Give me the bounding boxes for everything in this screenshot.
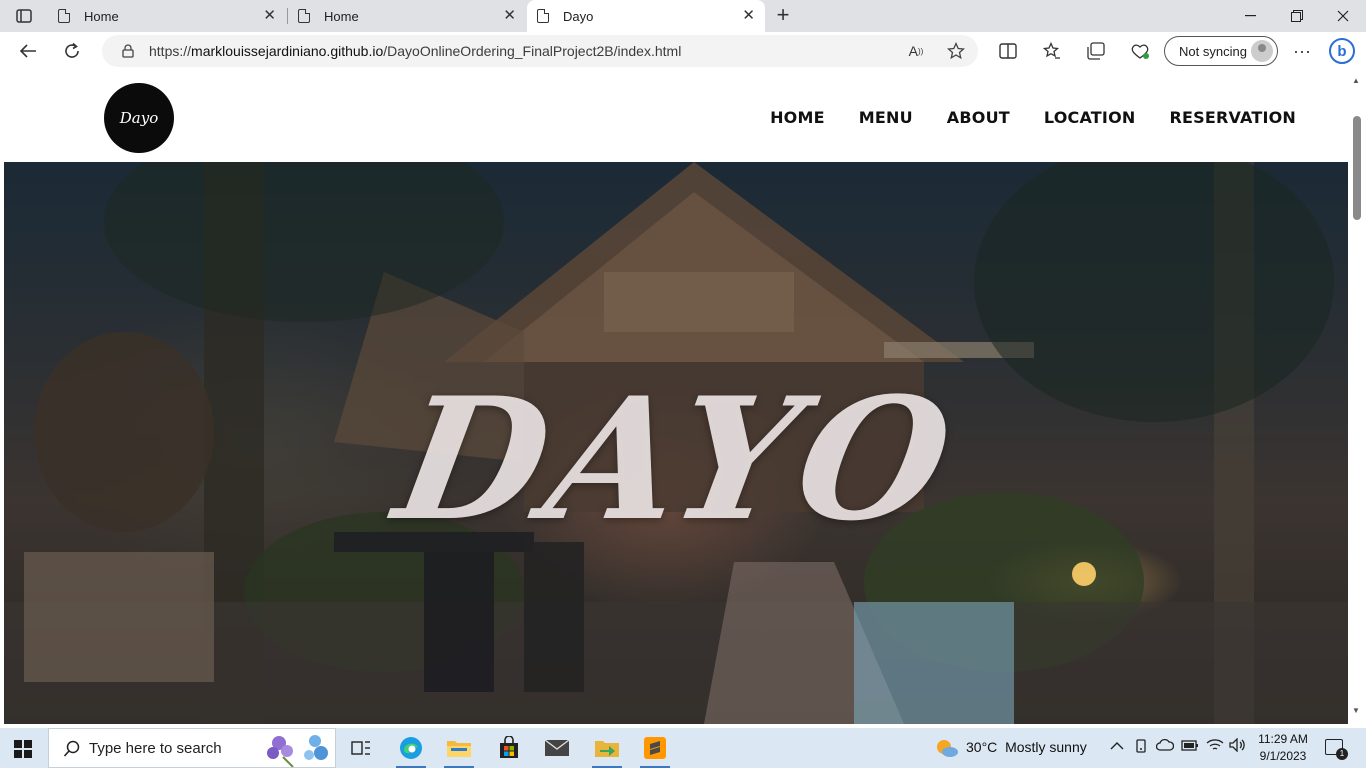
main-nav: HOME MENU ABOUT LOCATION RESERVATION xyxy=(770,108,1296,127)
volume-icon[interactable] xyxy=(1229,737,1247,755)
back-button[interactable] xyxy=(14,38,42,64)
site-header: Dayo HOME MENU ABOUT LOCATION RESERVATIO… xyxy=(4,70,1348,162)
file-explorer-icon[interactable] xyxy=(436,728,482,768)
taskbar: Type here to search 30°C Mostly sunny 11… xyxy=(0,728,1366,768)
search-icon xyxy=(63,740,80,757)
search-placeholder: Type here to search xyxy=(89,740,222,757)
sync-label: Not syncing xyxy=(1179,43,1247,59)
notification-badge: 1 xyxy=(1336,748,1348,760)
nav-menu[interactable]: MENU xyxy=(859,108,913,127)
url-text[interactable]: https://marklouissejardiniano.github.io/… xyxy=(149,43,681,59)
tab-title: Home xyxy=(324,8,359,24)
more-options-icon[interactable]: ··· xyxy=(1288,38,1316,64)
close-tab-icon[interactable]: ✕ xyxy=(742,8,755,24)
browser-tab-dayo[interactable]: Dayo ✕ xyxy=(527,0,765,32)
notification-center-icon[interactable]: 1 xyxy=(1325,739,1348,760)
page-scrollbar[interactable]: ▲ ▼ xyxy=(1348,70,1366,724)
nav-home[interactable]: HOME xyxy=(770,108,825,127)
refresh-button[interactable] xyxy=(58,38,86,64)
sublime-text-icon[interactable] xyxy=(632,728,678,768)
profile-sync-button[interactable]: Not syncing xyxy=(1164,36,1278,66)
clock-date: 9/1/2023 xyxy=(1259,749,1307,763)
battery-icon[interactable] xyxy=(1181,738,1199,755)
microsoft-store-icon[interactable] xyxy=(486,728,532,768)
browser-tab-home-2[interactable]: Home ✕ xyxy=(288,0,526,32)
browser-tab-strip: Home ✕ Home ✕ Dayo ✕ + xyxy=(0,0,1366,32)
avatar xyxy=(1251,40,1273,62)
nav-reservation[interactable]: RESERVATION xyxy=(1169,108,1296,127)
logo-text: Dayo xyxy=(119,109,159,127)
web-page: Dayo HOME MENU ABOUT LOCATION RESERVATIO… xyxy=(4,70,1348,724)
search-highlight-icon xyxy=(267,735,328,767)
system-clock[interactable]: 11:29 AM 9/1/2023 xyxy=(1256,731,1310,765)
transfer-app-icon[interactable] xyxy=(584,728,630,768)
svg-text:b: b xyxy=(1337,43,1346,60)
edge-browser-icon[interactable] xyxy=(388,728,434,768)
wifi-icon[interactable] xyxy=(1206,738,1224,755)
weather-description: Mostly sunny xyxy=(1005,739,1087,755)
favorite-star-icon[interactable] xyxy=(942,38,970,64)
url-path: /DayoOnlineOrdering_FinalProject2B/index… xyxy=(383,43,682,59)
url-host: marklouissejardiniano.github.io xyxy=(191,43,384,59)
page-icon xyxy=(58,9,70,23)
address-bar[interactable]: https://marklouissejardiniano.github.io/… xyxy=(102,35,978,67)
scroll-up-icon[interactable]: ▲ xyxy=(1352,76,1360,85)
chevron-up-icon[interactable] xyxy=(1110,738,1124,754)
lock-icon[interactable] xyxy=(122,44,134,58)
hero-title: DAYO xyxy=(383,360,969,558)
browser-tab-home-1[interactable]: Home ✕ xyxy=(48,0,286,32)
nav-about[interactable]: ABOUT xyxy=(947,108,1010,127)
mail-icon[interactable] xyxy=(534,728,580,768)
favorites-icon[interactable] xyxy=(1038,38,1066,64)
hero-banner: DAYO xyxy=(4,162,1348,724)
read-aloud-icon[interactable]: A)) xyxy=(902,38,930,64)
clock-time: 11:29 AM xyxy=(1258,732,1308,746)
onedrive-cloud-icon[interactable] xyxy=(1155,738,1175,755)
tab-actions-icon[interactable] xyxy=(8,4,40,28)
weather-widget[interactable]: 30°C Mostly sunny xyxy=(966,739,1087,755)
page-icon xyxy=(537,9,549,23)
page-icon xyxy=(298,9,310,23)
windows-start-icon[interactable] xyxy=(14,740,32,758)
split-screen-icon[interactable] xyxy=(994,38,1022,64)
tab-title: Dayo xyxy=(563,8,594,24)
meet-now-icon[interactable] xyxy=(1134,738,1148,757)
site-logo[interactable]: Dayo xyxy=(104,83,174,153)
new-tab-button[interactable]: + xyxy=(772,4,794,28)
nav-location[interactable]: LOCATION xyxy=(1044,108,1136,127)
url-scheme: https:// xyxy=(149,43,192,59)
minimize-button[interactable] xyxy=(1228,0,1274,32)
task-view-icon[interactable] xyxy=(338,728,384,768)
collections-icon[interactable] xyxy=(1082,38,1110,64)
restore-button[interactable] xyxy=(1274,0,1320,32)
scrollbar-thumb[interactable] xyxy=(1353,116,1361,220)
close-tab-icon[interactable]: ✕ xyxy=(263,8,276,24)
taskbar-search-box[interactable]: Type here to search xyxy=(48,728,336,768)
bing-chat-icon[interactable]: b xyxy=(1328,38,1356,64)
weather-temperature: 30°C xyxy=(966,739,998,755)
weather-icon[interactable] xyxy=(924,728,970,768)
close-window-button[interactable] xyxy=(1320,0,1366,32)
close-tab-icon[interactable]: ✕ xyxy=(503,8,516,24)
tab-title: Home xyxy=(84,8,119,24)
browser-toolbar: https://marklouissejardiniano.github.io/… xyxy=(0,32,1366,70)
scroll-down-icon[interactable]: ▼ xyxy=(1352,706,1360,715)
performance-icon[interactable] xyxy=(1126,38,1154,64)
